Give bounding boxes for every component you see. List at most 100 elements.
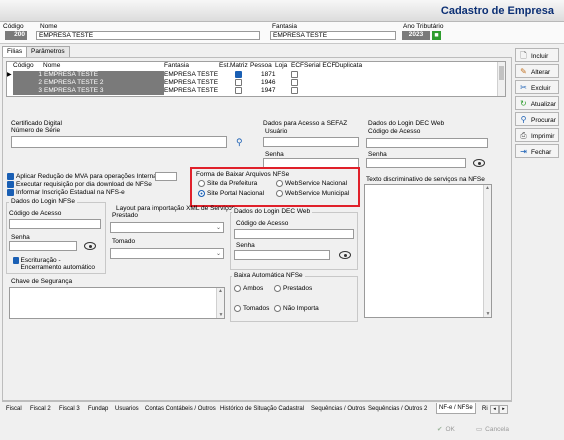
table-row[interactable]: 2 EMPRESA TESTE 2 EMPRESA TESTE 1946 [7,79,497,87]
tab-usuarios[interactable]: Usuarios [115,406,139,412]
row-ecf-checkbox[interactable] [291,79,298,86]
nome-field[interactable]: EMPRESA TESTE [36,31,260,40]
prestado-select[interactable]: ⌄ [110,222,224,233]
textarea-scrollbar[interactable]: ▲ ▼ [483,185,491,317]
tab-fiscal-2[interactable]: Fiscal 2 [30,406,51,412]
mva-option[interactable]: Aplicar Redução de MVA para operações In… [7,173,160,180]
tab-ri[interactable]: Ri [482,406,488,412]
nao-importa-label: Não Importa [283,305,319,312]
site-portal-radio[interactable] [198,190,205,197]
atualizar-button[interactable]: ↻ Atualizar [515,96,559,110]
dec-mid-codigo-input[interactable] [234,229,354,239]
escrituracao-checkbox[interactable] [13,257,19,264]
tab-filias[interactable]: Filias [2,46,28,57]
chave-scrollbar[interactable]: ▲ ▼ [216,288,224,318]
layout-xml-title: Layout para importação XML de Serviços [116,205,235,212]
download-option[interactable]: Executar requisição por dia download de … [7,181,152,188]
excluir-button[interactable]: ✂ Excluir [515,80,559,94]
nfse-codigo-input[interactable] [9,219,101,229]
table-row[interactable]: 3 EMPRESA TESTE 3 EMPRESA TESTE 1947 [7,87,497,95]
fantasia-label: Fantasia [272,23,297,30]
chevron-right-icon[interactable]: ▸ [499,405,508,414]
ok-button[interactable]: ✔ OK [437,425,455,434]
filiais-grid[interactable]: Código Nome Fantasia Est. Matriz Pessoa … [6,61,506,97]
tab-nfe-nfse[interactable]: NF-e / NFSe [436,403,476,414]
row-ecf-checkbox[interactable] [291,71,298,78]
ws-municipal-radio[interactable] [276,190,283,197]
tab-contas-contabeis[interactable]: Contas Contábeis / Outros [145,406,216,412]
sefaz-usuario-label: Usuário [265,128,288,135]
baixa-auto-title: Baixa Automática NFSe [232,272,305,279]
inscricao-label: Informar Inscrição Estadual na NFS-e [16,189,125,196]
row-matriz-checkbox[interactable] [235,87,242,94]
calendar-icon[interactable]: ■ [432,31,441,40]
row-pessoa: 1946 [261,79,276,86]
table-row[interactable]: ▶ 1 EMPRESA TESTE EMPRESA TESTE 1871 [7,71,497,79]
cancela-button[interactable]: ▭ Cancela [476,425,509,434]
codigo-value: 200 [14,31,25,38]
prestados-option[interactable]: Prestados [274,285,312,292]
show-password-icon[interactable] [339,251,351,259]
binoculars-icon[interactable]: ⚲ [236,137,243,148]
cert-title: Certificado Digital [11,120,62,127]
mva-checkbox[interactable] [7,173,14,180]
dec-mid-senha-input[interactable] [234,250,330,260]
site-portal-option[interactable]: Site Portal Nacional [198,190,264,197]
ambos-option[interactable]: Ambos [234,285,263,292]
dec-top-senha-input[interactable] [366,158,466,168]
dec-mid-codigo-label: Código de Acesso [236,220,289,227]
fantasia-field[interactable]: EMPRESA TESTE [270,31,396,40]
imprimir-button[interactable]: ⎙ Imprimir [515,128,559,142]
codigo-field[interactable]: 200 [5,31,27,40]
alterar-button[interactable]: ✎ Alterar [515,64,559,78]
nao-importa-option[interactable]: Não Importa [274,305,319,312]
ws-municipal-option[interactable]: WebService Municipal [276,190,349,197]
row-ecf-checkbox[interactable] [291,87,298,94]
row-codigo: 3 [13,87,43,95]
site-prefeitura-option[interactable]: Site da Prefeitura [198,180,257,187]
tab-sequencias[interactable]: Sequências / Outros [311,406,365,412]
tab-fiscal-3[interactable]: Fiscal 3 [59,406,80,412]
tab-parametros[interactable]: Parâmetros [26,46,70,57]
show-password-icon[interactable] [84,242,96,250]
tab-fiscal[interactable]: Fiscal [6,406,22,412]
fechar-button[interactable]: ⇥ Fechar [515,144,559,158]
row-matriz-checkbox[interactable] [235,71,242,78]
escrituracao-option[interactable]: Escrituração - Encerramento automático [13,257,103,271]
tab-fundap[interactable]: Fundap [88,406,108,412]
dec-top-codigo-input[interactable] [366,138,488,148]
inscricao-option[interactable]: Informar Inscrição Estadual na NFS-e [7,189,125,196]
inscricao-checkbox[interactable] [7,189,14,196]
tomados-option[interactable]: Tomados [234,305,269,312]
tomados-radio[interactable] [234,305,241,312]
tomado-select[interactable]: ⌄ [110,248,224,259]
nao-importa-radio[interactable] [274,305,281,312]
tab-sequencias-2[interactable]: Sequências / Outros 2 [368,406,427,412]
chevron-left-icon[interactable]: ◂ [490,405,499,414]
tab-historico[interactable]: Histórico de Situação Cadastral [220,406,304,412]
show-password-icon[interactable] [473,159,485,167]
texto-discriminativo-textarea[interactable]: ▲ ▼ [364,184,492,318]
new-document-icon: 🗋 [520,51,527,60]
col-matriz: Matriz [230,62,248,69]
refresh-icon: ↻ [520,99,527,108]
grid-scrollbar[interactable] [497,62,505,96]
chave-textarea[interactable]: ▲ ▼ [9,287,225,319]
ws-nacional-radio[interactable] [276,180,283,187]
site-prefeitura-radio[interactable] [198,180,205,187]
mva-value-input[interactable] [155,172,177,181]
ambos-radio[interactable] [234,285,241,292]
download-checkbox[interactable] [7,181,14,188]
ws-nacional-option[interactable]: WebService Nacional [276,180,347,187]
ano-field[interactable]: 2023 [402,31,430,40]
serie-input[interactable] [11,136,227,148]
nfse-senha-input[interactable] [9,241,77,251]
baixa-auto-group [230,276,358,322]
incluir-button[interactable]: 🗋 Incluir [515,48,559,62]
sefaz-usuario-input[interactable] [263,137,359,147]
tab-scroll-arrows[interactable]: ◂ ▸ [490,405,508,414]
procurar-button[interactable]: ⚲ Procurar [515,112,559,126]
prestados-radio[interactable] [274,285,281,292]
scroll-thumb[interactable] [499,66,504,80]
row-matriz-checkbox[interactable] [235,79,242,86]
